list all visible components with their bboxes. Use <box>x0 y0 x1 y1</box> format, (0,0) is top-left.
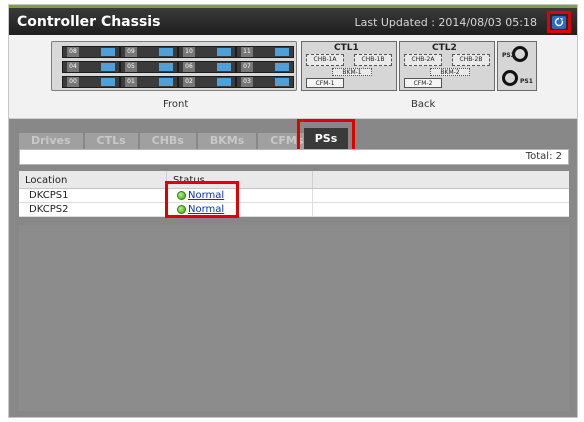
total-bar: Total: 2 <box>19 149 569 165</box>
tab-panel: Drives CTLs CHBs BKMs CFMs PSs Total: 2 … <box>9 119 577 417</box>
tab-drives[interactable]: Drives <box>19 133 83 149</box>
power-supply-table: Location Status DKCPS1 Normal DKCPS2 Nor… <box>19 171 569 217</box>
location-cell: DKCPS2 <box>19 203 167 216</box>
drive-slot[interactable]: 05 <box>120 61 178 73</box>
front-panel[interactable]: 08 09 10 11 04 05 06 07 00 01 02 03 <box>51 41 297 91</box>
back-caption: Back <box>411 99 436 110</box>
table-row[interactable]: DKCPS2 Normal <box>19 203 569 217</box>
drive-slot[interactable]: 02 <box>178 76 236 88</box>
drive-slot[interactable]: 04 <box>62 61 120 73</box>
ctl1-unit[interactable]: CTL1 CHB-1A CHB-1B BKM-1 CFM-1 <box>301 41 397 91</box>
total-count: Total: 2 <box>525 151 562 162</box>
drive-slot[interactable]: 00 <box>62 76 120 88</box>
front-caption: Front <box>163 99 189 110</box>
ctl2-unit[interactable]: CTL2 CHB-2A CHB-2B BKM-2 CFM-2 <box>399 41 495 91</box>
title-bar: Controller Chassis Last Updated : 2014/0… <box>9 5 577 35</box>
chassis-diagram: 08 09 10 11 04 05 06 07 00 01 02 03 Fron… <box>9 35 577 119</box>
location-cell: DKCPS1 <box>19 189 167 202</box>
table-row[interactable]: DKCPS1 Normal <box>19 189 569 203</box>
drive-slot[interactable]: 11 <box>236 46 294 58</box>
drive-slot[interactable]: 03 <box>236 76 294 88</box>
tab-bkms[interactable]: BKMs <box>197 133 257 149</box>
column-header-location[interactable]: Location <box>19 171 167 188</box>
drive-slot[interactable]: 09 <box>120 46 178 58</box>
table-header: Location Status <box>19 171 569 189</box>
empty-table-area <box>19 225 569 411</box>
last-updated-text: Last Updated : 2014/08/03 05:18 <box>354 16 537 29</box>
column-header-empty <box>313 171 569 188</box>
status-highlight <box>165 181 239 218</box>
refresh-icon <box>552 15 566 29</box>
drive-slot[interactable]: 08 <box>62 46 120 58</box>
drive-slot[interactable]: 10 <box>178 46 236 58</box>
window-title: Controller Chassis <box>17 14 161 30</box>
refresh-button[interactable] <box>547 11 571 33</box>
drive-slot[interactable]: 07 <box>236 61 294 73</box>
tab-ctls[interactable]: CTLs <box>84 133 138 149</box>
controller-chassis-window: Controller Chassis Last Updated : 2014/0… <box>8 4 578 418</box>
tab-chbs[interactable]: CHBs <box>139 133 196 149</box>
ps1-fan-icon <box>502 70 518 86</box>
drive-slot[interactable]: 01 <box>120 76 178 88</box>
power-supply-unit[interactable]: PS2 PS1 <box>497 41 537 91</box>
tab-bar: Drives CTLs CHBs BKMs CFMs <box>19 133 316 149</box>
drive-slot[interactable]: 06 <box>178 61 236 73</box>
